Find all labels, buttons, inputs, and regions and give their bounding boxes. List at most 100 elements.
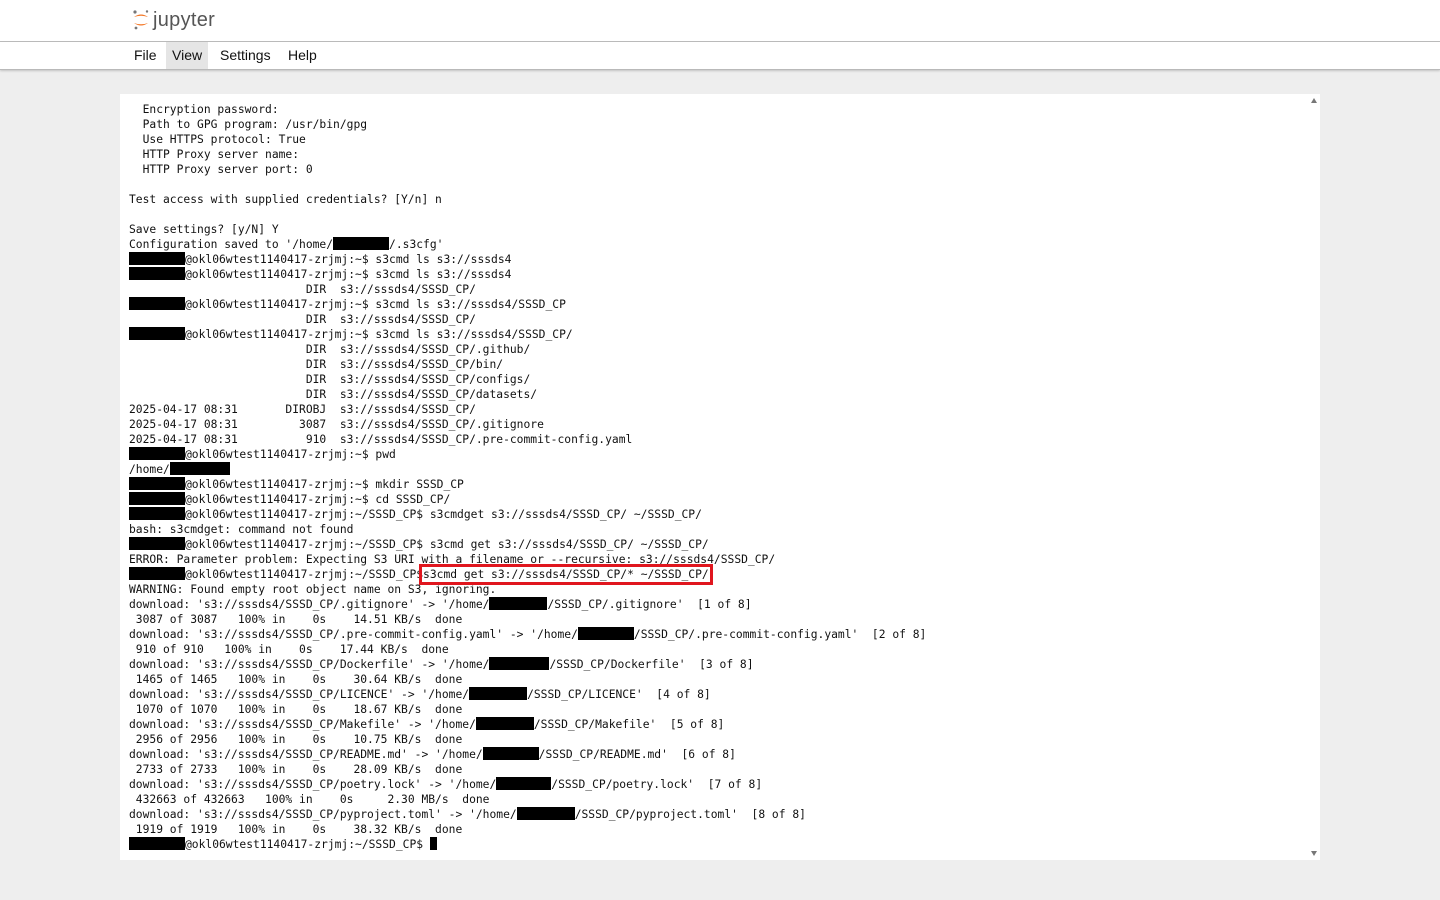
terminal-text: DIR s3://sssds4/SSSD_CP/bin/ — [129, 358, 504, 371]
terminal-line: @okl06wtest1140417-zrjmj:~$ s3cmd ls s3:… — [129, 252, 1299, 267]
terminal-line: 1465 of 1465 100% in 0s 30.64 KB/s done — [129, 672, 1299, 687]
terminal-line: @okl06wtest1140417-zrjmj:~/SSSD_CP$ — [129, 837, 1299, 852]
terminal-panel[interactable]: Encryption password: Path to GPG program… — [120, 94, 1320, 860]
terminal-text: @okl06wtest1140417-zrjmj:~/SSSD_CP$ — [185, 568, 424, 581]
redacted-username — [129, 447, 185, 460]
terminal-line: WARNING: Found empty root object name on… — [129, 582, 1299, 597]
highlighted-command: s3cmd get s3://sssds4/SSSD_CP/* ~/SSSD_C… — [419, 564, 713, 585]
terminal-text: /SSSD_CP/LICENCE' [4 of 8] — [527, 688, 711, 701]
terminal-line: Test access with supplied credentials? [… — [129, 192, 1299, 207]
redacted-username — [129, 327, 185, 340]
terminal-text: DIR s3://sssds4/SSSD_CP/ — [129, 313, 476, 326]
terminal-text: @okl06wtest1140417-zrjmj:~/SSSD_CP$ s3cm… — [185, 508, 702, 521]
terminal-text: download: 's3://sssds4/SSSD_CP/LICENCE' … — [129, 688, 470, 701]
terminal-line: /home/ — [129, 462, 1299, 477]
terminal-line: download: 's3://sssds4/SSSD_CP/pyproject… — [129, 807, 1299, 822]
terminal-text: download: 's3://sssds4/SSSD_CP/Dockerfil… — [129, 658, 490, 671]
terminal-text: DIR s3://sssds4/SSSD_CP/ — [129, 283, 476, 296]
terminal-line: DIR s3://sssds4/SSSD_CP/bin/ — [129, 357, 1299, 372]
terminal-text: 2025-04-17 08:31 3087 s3://sssds4/SSSD_C… — [129, 418, 544, 431]
terminal-line: Use HTTPS protocol: True — [129, 132, 1299, 147]
top-bar: jupyter — [0, 0, 1440, 42]
menu-help[interactable]: Help — [282, 42, 323, 69]
terminal-text: ERROR: Parameter problem: Expecting S3 U… — [129, 553, 776, 566]
terminal-text: @okl06wtest1140417-zrjmj:~$ cd SSSD_CP/ — [185, 493, 451, 506]
terminal-line: download: 's3://sssds4/SSSD_CP/poetry.lo… — [129, 777, 1299, 792]
menu-settings[interactable]: Settings — [214, 42, 277, 69]
terminal-line: download: 's3://sssds4/SSSD_CP/README.md… — [129, 747, 1299, 762]
terminal-line: @okl06wtest1140417-zrjmj:~/SSSD_CP$s3cmd… — [129, 564, 1299, 585]
terminal-text: /SSSD_CP/Dockerfile' [3 of 8] — [549, 658, 754, 671]
redacted-username — [577, 627, 634, 640]
terminal-text: DIR s3://sssds4/SSSD_CP/configs/ — [129, 373, 531, 386]
terminal-line: 2025-04-17 08:31 3087 s3://sssds4/SSSD_C… — [129, 417, 1299, 432]
terminal-text: bash: s3cmdget: command not found — [129, 523, 354, 536]
terminal-text: DIR s3://sssds4/SSSD_CP/datasets/ — [129, 388, 538, 401]
terminal-text: Save settings? [y/N] Y — [129, 223, 279, 236]
terminal-text: WARNING: Found empty root object name on… — [129, 583, 497, 596]
redacted-username — [482, 747, 539, 760]
terminal-line: @okl06wtest1140417-zrjmj:~$ s3cmd ls s3:… — [129, 297, 1299, 312]
terminal-text: /SSSD_CP/.gitignore' [1 of 8] — [547, 598, 752, 611]
terminal-line: 3087 of 3087 100% in 0s 14.51 KB/s done — [129, 612, 1299, 627]
jupyter-logo-icon — [132, 9, 150, 31]
terminal-line: Path to GPG program: /usr/bin/gpg — [129, 117, 1299, 132]
terminal-line: @okl06wtest1140417-zrjmj:~$ mkdir SSSD_C… — [129, 477, 1299, 492]
redacted-username — [129, 507, 185, 520]
jupyter-logo-text: jupyter — [153, 8, 216, 31]
terminal-text: download: 's3://sssds4/SSSD_CP/pyproject… — [129, 808, 517, 821]
terminal-text: @okl06wtest1140417-zrjmj:~/SSSD_CP$ — [185, 838, 430, 851]
terminal-text: download: 's3://sssds4/SSSD_CP/Makefile'… — [129, 718, 476, 731]
terminal-line: 1919 of 1919 100% in 0s 38.32 KB/s done — [129, 822, 1299, 837]
terminal-text: /SSSD_CP/README.md' [6 of 8] — [538, 748, 736, 761]
terminal-text: 910 of 910 100% in 0s 17.44 KB/s done — [129, 643, 449, 656]
redacted-username — [129, 297, 185, 310]
terminal-line: HTTP Proxy server name: — [129, 147, 1299, 162]
scroll-down-arrow-icon[interactable] — [1311, 851, 1317, 856]
terminal-text: HTTP Proxy server port: 0 — [129, 163, 313, 176]
jupyter-logo[interactable]: jupyter — [132, 7, 215, 33]
redacted-username — [129, 267, 185, 280]
terminal-line: download: 's3://sssds4/SSSD_CP/.pre-comm… — [129, 627, 1299, 642]
menu-view[interactable]: View — [166, 42, 209, 69]
terminal-line: 432663 of 432663 100% in 0s 2.30 MB/s do… — [129, 792, 1299, 807]
terminal-text: @okl06wtest1140417-zrjmj:~$ pwd — [185, 448, 396, 461]
terminal-text: 2733 of 2733 100% in 0s 28.09 KB/s done — [129, 763, 463, 776]
terminal-line: 2956 of 2956 100% in 0s 10.75 KB/s done — [129, 732, 1299, 747]
terminal-text: /.s3cfg' — [389, 238, 444, 251]
terminal-text: Test access with supplied credentials? [… — [129, 193, 442, 206]
terminal-text: 2956 of 2956 100% in 0s 10.75 KB/s done — [129, 733, 463, 746]
redacted-username — [129, 477, 185, 490]
terminal-text: Use HTTPS protocol: True — [129, 133, 306, 146]
redacted-username — [129, 252, 185, 265]
terminal-line: bash: s3cmdget: command not found — [129, 522, 1299, 537]
terminal-output[interactable]: Encryption password: Path to GPG program… — [129, 102, 1299, 852]
terminal-text: Configuration saved to '/home/ — [129, 238, 334, 251]
terminal-text: 2025-04-17 08:31 910 s3://sssds4/SSSD_CP… — [129, 433, 633, 446]
terminal-text: @okl06wtest1140417-zrjmj:~$ s3cmd ls s3:… — [185, 298, 566, 311]
terminal-text: /SSSD_CP/Makefile' [5 of 8] — [533, 718, 725, 731]
terminal-line: 1070 of 1070 100% in 0s 18.67 KB/s done — [129, 702, 1299, 717]
scroll-up-arrow-icon[interactable] — [1311, 98, 1317, 103]
terminal-line: Configuration saved to '/home/ /.s3cfg' — [129, 237, 1299, 252]
redacted-username — [333, 237, 390, 250]
terminal-line: 2733 of 2733 100% in 0s 28.09 KB/s done — [129, 762, 1299, 777]
terminal-line: @okl06wtest1140417-zrjmj:~/SSSD_CP$ s3cm… — [129, 507, 1299, 522]
terminal-line: download: 's3://sssds4/SSSD_CP/LICENCE' … — [129, 687, 1299, 702]
terminal-text: 1919 of 1919 100% in 0s 38.32 KB/s done — [129, 823, 463, 836]
terminal-text: DIR s3://sssds4/SSSD_CP/.github/ — [129, 343, 531, 356]
terminal-text: HTTP Proxy server name: — [129, 148, 300, 161]
terminal-line: download: 's3://sssds4/SSSD_CP/Makefile'… — [129, 717, 1299, 732]
terminal-text: @okl06wtest1140417-zrjmj:~$ s3cmd ls s3:… — [185, 328, 573, 341]
redacted-username — [129, 837, 185, 850]
redacted-username — [129, 537, 185, 550]
terminal-text: /SSSD_CP/.pre-commit-config.yaml' [2 of … — [633, 628, 927, 641]
redacted-username — [489, 597, 548, 610]
terminal-line: DIR s3://sssds4/SSSD_CP/configs/ — [129, 372, 1299, 387]
terminal-text: @okl06wtest1140417-zrjmj:~/SSSD_CP$ s3cm… — [185, 538, 709, 551]
terminal-text: download: 's3://sssds4/SSSD_CP/.pre-comm… — [129, 628, 578, 641]
terminal-cursor — [429, 837, 437, 850]
menu-file[interactable]: File — [128, 42, 163, 69]
